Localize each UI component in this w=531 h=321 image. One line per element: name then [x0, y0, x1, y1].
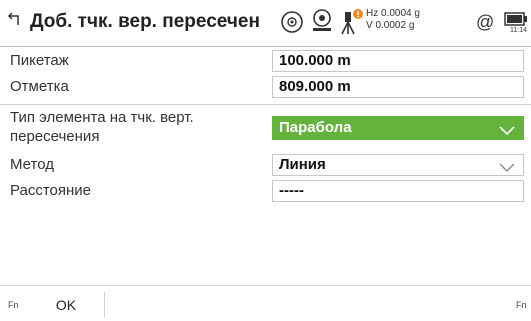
target-prism-icon[interactable]	[280, 10, 304, 39]
fn-left-key[interactable]: Fn	[8, 300, 19, 310]
chainage-field[interactable]: 100.000 m	[272, 50, 524, 72]
method-dropdown[interactable]: Линия	[272, 154, 524, 176]
chainage-row: Пикетаж 100.000 m	[0, 48, 531, 74]
method-row: Метод Линия	[0, 152, 531, 178]
level-icon[interactable]	[310, 8, 334, 39]
chainage-label: Пикетаж	[10, 52, 69, 69]
angle-readout: Hz 0.0004 g V 0.0002 g	[366, 8, 420, 32]
title-bar: Доб. тчк. вер. пересечен Hz 0.0004 g V 0…	[0, 0, 531, 47]
method-label: Метод	[10, 156, 54, 173]
v-readout: V 0.0002 g	[366, 20, 415, 31]
distance-row: Расстояние -----	[0, 178, 531, 204]
element-type-value: Парабола	[279, 119, 352, 136]
clock: 11:14	[510, 27, 527, 34]
element-type-dropdown[interactable]: Парабола	[272, 116, 524, 140]
elevation-row: Отметка 809.000 m	[0, 74, 531, 100]
fn-right-key[interactable]: Fn	[516, 300, 527, 310]
page-title: Доб. тчк. вер. пересечен	[30, 11, 260, 32]
element-type-row: Тип элемента на тчк. верт. пересечения П…	[0, 106, 531, 150]
chevron-down-icon	[499, 121, 515, 143]
ok-button[interactable]: OK	[28, 292, 105, 318]
method-value: Линия	[279, 156, 326, 173]
elevation-field[interactable]: 809.000 m	[272, 76, 524, 98]
distance-field[interactable]: -----	[272, 180, 524, 202]
at-mode-icon[interactable]: @	[476, 12, 494, 33]
element-type-label-line1: Тип элемента на тчк. верт.	[10, 109, 194, 126]
distance-label: Расстояние	[10, 182, 92, 199]
back-arrow-icon[interactable]	[4, 10, 26, 32]
status-icons: Hz 0.0004 g V 0.0002 g @ 11:14	[276, 6, 531, 40]
hz-readout: Hz 0.0004 g	[366, 8, 420, 19]
element-type-label-line2: пересечения	[10, 128, 100, 145]
instrument-warning-icon[interactable]	[338, 8, 364, 41]
softkey-bar: Fn OK Fn	[0, 285, 531, 321]
elevation-label: Отметка	[10, 78, 69, 95]
section-divider	[0, 104, 531, 105]
chevron-down-icon	[499, 159, 515, 179]
